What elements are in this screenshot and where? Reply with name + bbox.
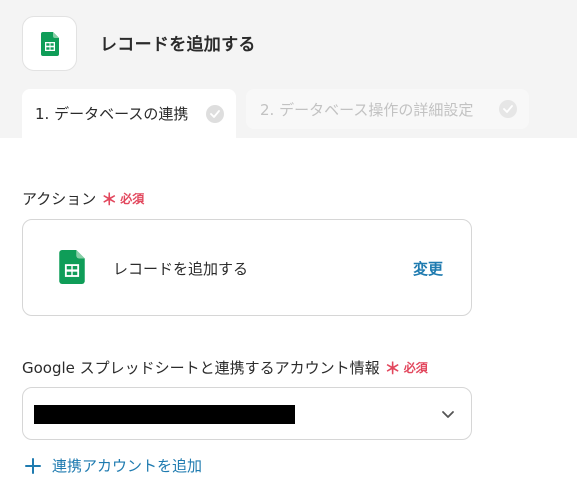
tab-database-operation-settings[interactable]: 2. データベース操作の詳細設定 — [246, 89, 529, 129]
tab-label: 2. データベース操作の詳細設定 — [260, 100, 474, 119]
add-account-button[interactable]: 連携アカウントを追加 — [24, 455, 202, 476]
tab-label: 1. データベースの連携 — [35, 105, 189, 123]
redacted-account-value — [34, 405, 295, 424]
change-action-button[interactable]: 変更 — [413, 258, 443, 279]
required-asterisk: ＊ — [101, 190, 118, 209]
label-text: アクション — [22, 189, 97, 208]
app-icon-box — [22, 16, 77, 71]
page-title: レコードを追加する — [100, 35, 256, 55]
check-icon — [499, 100, 517, 118]
account-field-label: Google スプレッドシートと連携するアカウント情報 ＊ 必須 — [22, 355, 428, 379]
plus-icon — [25, 457, 41, 474]
tab-database-connection[interactable]: 1. データベースの連携 — [22, 89, 236, 138]
action-card: レコードを追加する 変更 — [22, 219, 472, 316]
required-text: 必須 — [120, 191, 145, 206]
check-icon — [206, 104, 224, 123]
action-name: レコードを追加する — [113, 260, 249, 278]
add-account-label: 連携アカウントを追加 — [52, 457, 203, 475]
chevron-down-icon — [442, 411, 454, 418]
required-text: 必須 — [403, 360, 428, 375]
google-sheets-icon — [59, 250, 85, 284]
google-sheets-icon — [40, 31, 59, 56]
action-field-label: アクション ＊ 必須 — [22, 186, 144, 210]
account-select[interactable] — [22, 387, 472, 440]
required-asterisk: ＊ — [384, 359, 401, 378]
label-text: Google スプレッドシートと連携するアカウント情報 — [22, 358, 380, 377]
